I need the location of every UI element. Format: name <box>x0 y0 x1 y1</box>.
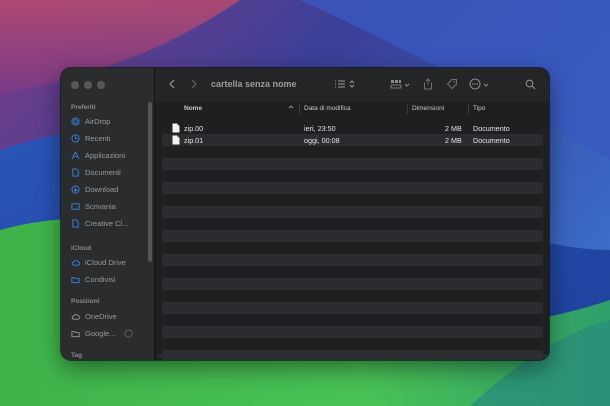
share-button[interactable] <box>421 78 435 92</box>
sidebar-item-label: Creative Cl... <box>85 218 129 228</box>
desktop-icon <box>71 202 80 211</box>
column-kind[interactable]: Tipo <box>473 105 485 112</box>
sidebar: Preferiti AirDrop Recenti Applicazioni D… <box>61 68 155 360</box>
sidebar-section-tags: Tag <box>71 352 83 359</box>
chevron-left-icon <box>168 79 176 91</box>
sidebar-item-documents[interactable]: Documenti <box>71 165 147 179</box>
sidebar-section-locations: Posizioni <box>71 298 100 305</box>
file-size: 2 MB <box>445 136 462 145</box>
file-row[interactable]: zip.01 oggi, 00:08 2 MB Documento <box>162 134 543 146</box>
column-size[interactable]: Dimensioni <box>412 105 444 112</box>
search-button[interactable] <box>523 78 537 92</box>
close-button[interactable] <box>71 81 79 89</box>
column-separator <box>407 104 408 114</box>
toolbar: cartella senza nome <box>155 68 549 102</box>
column-separator <box>299 104 300 114</box>
sidebar-item-label: Download <box>85 184 119 194</box>
file-row[interactable]: zip.00 ieri, 23:50 2 MB Documento <box>162 122 543 134</box>
sidebar-item-label: Google... <box>85 328 116 338</box>
sidebar-scrollbar[interactable] <box>148 102 152 262</box>
empty-row <box>162 206 543 218</box>
actions-button[interactable] <box>467 78 491 92</box>
file-name: zip.00 <box>184 124 204 133</box>
file-icon <box>172 135 180 147</box>
sort-chevron-icon <box>288 104 294 112</box>
sidebar-item-google-drive[interactable]: Google... <box>71 326 147 340</box>
sidebar-item-label: Condivisi <box>85 274 116 284</box>
shared-folder-icon <box>71 275 80 284</box>
cloud-icon <box>71 312 80 321</box>
chevron-updown-icon <box>349 79 355 91</box>
sidebar-item-recents[interactable]: Recenti <box>71 131 147 145</box>
empty-row <box>162 182 543 194</box>
share-icon <box>423 78 433 92</box>
file-size: 2 MB <box>445 124 462 133</box>
file-list: Nome Data di modifica Dimensioni Tipo zi… <box>155 102 549 360</box>
download-icon <box>71 184 80 194</box>
empty-row <box>162 278 543 290</box>
sidebar-item-label: iCloud Drive <box>85 257 126 267</box>
empty-row <box>162 326 543 338</box>
folder-icon <box>71 329 80 338</box>
chevron-down-icon <box>404 81 410 90</box>
chevron-down-icon <box>483 81 489 90</box>
sidebar-item-label: Documenti <box>85 167 121 177</box>
back-button[interactable] <box>165 78 179 92</box>
column-separator <box>468 104 469 114</box>
sidebar-item-airdrop[interactable]: AirDrop <box>71 114 147 128</box>
file-kind: Documento <box>473 136 510 145</box>
forward-button[interactable] <box>187 78 201 92</box>
cloud-icon <box>71 258 80 267</box>
empty-row <box>162 254 543 266</box>
sidebar-item-label: Recenti <box>85 133 111 143</box>
list-view-icon <box>334 79 346 91</box>
window-title: cartella senza nome <box>211 79 297 89</box>
sidebar-section-favorites: Preferiti <box>71 104 96 111</box>
sidebar-item-applications[interactable]: Applicazioni <box>71 148 147 162</box>
search-icon <box>525 79 536 92</box>
group-button[interactable] <box>387 78 413 92</box>
sidebar-item-label: AirDrop <box>85 116 111 126</box>
horizontal-scrollbar[interactable] <box>157 354 547 357</box>
minimize-button[interactable] <box>84 81 92 89</box>
sidebar-item-desktop[interactable]: Scrivania <box>71 199 147 213</box>
clock-icon <box>71 133 80 143</box>
sidebar-item-creative-cloud[interactable]: Creative Cl... <box>71 216 147 230</box>
file-name: zip.01 <box>184 136 204 145</box>
sidebar-item-label: Applicazioni <box>85 150 126 160</box>
column-name[interactable]: Nome <box>184 105 202 112</box>
document-icon <box>71 218 80 228</box>
window-controls <box>71 81 105 89</box>
more-icon <box>469 78 481 92</box>
sidebar-item-shared[interactable]: Condivisi <box>71 272 147 286</box>
file-kind: Documento <box>473 124 510 133</box>
zoom-button[interactable] <box>97 81 105 89</box>
eject-icon[interactable] <box>124 329 133 338</box>
sidebar-item-icloud-drive[interactable]: iCloud Drive <box>71 255 147 269</box>
airdrop-icon <box>71 116 80 126</box>
column-date[interactable]: Data di modifica <box>304 105 351 112</box>
sidebar-item-label: Scrivania <box>85 201 116 211</box>
grid-icon <box>390 79 402 91</box>
column-header: Nome Data di modifica Dimensioni Tipo <box>155 102 549 116</box>
sidebar-item-onedrive[interactable]: OneDrive <box>71 309 147 323</box>
sidebar-section-icloud: iCloud <box>71 245 92 252</box>
sidebar-item-label: OneDrive <box>85 311 117 321</box>
file-date: oggi, 00:08 <box>304 136 340 145</box>
finder-window: Preferiti AirDrop Recenti Applicazioni D… <box>61 68 549 360</box>
document-icon <box>71 167 80 177</box>
tag-icon <box>446 78 458 92</box>
sidebar-item-downloads[interactable]: Download <box>71 182 147 196</box>
tag-button[interactable] <box>445 78 459 92</box>
empty-row <box>162 230 543 242</box>
chevron-right-icon <box>190 79 198 91</box>
file-date: ieri, 23:50 <box>304 124 336 133</box>
apps-icon <box>71 151 80 160</box>
empty-row <box>162 158 543 170</box>
empty-row <box>162 302 543 314</box>
view-mode-button[interactable] <box>331 78 357 92</box>
